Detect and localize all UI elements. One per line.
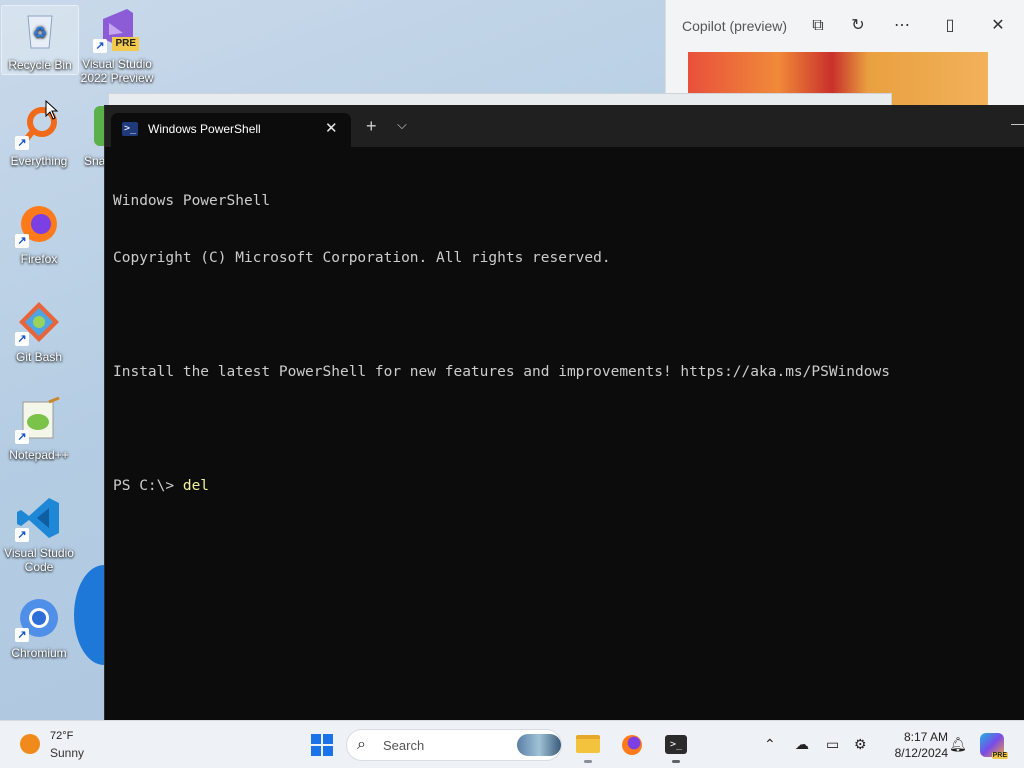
terminal-window[interactable]: >_ Windows PowerShell ✕ + ⌵ — Windows Po… (104, 105, 1024, 720)
preview-badge: PRE (112, 37, 139, 51)
search-icon: ⌕ (357, 736, 366, 753)
system-clock[interactable]: 8:17 AM 8/12/2024 (878, 729, 948, 761)
terminal-tabbar: >_ Windows PowerShell ✕ + ⌵ — (105, 105, 1024, 147)
desktop-icon-recycle-bin[interactable]: ♻ Recycle Bin (1, 5, 79, 75)
onedrive-offline-icon[interactable]: ☁ (795, 736, 809, 753)
running-indicator (672, 760, 680, 763)
mouse-cursor (45, 100, 59, 120)
console-line: Copyright (C) Microsoft Corporation. All… (113, 250, 611, 266)
folder-icon (576, 735, 600, 753)
git-bash-icon: ↗ (15, 298, 63, 346)
tab-title: Windows PowerShell (148, 122, 261, 136)
shortcut-arrow-icon: ↗ (15, 234, 29, 248)
notepad-plus-plus-icon: ↗ (15, 396, 63, 444)
firefox-icon (622, 735, 642, 755)
vscode-icon: ↗ (15, 494, 63, 542)
console-line: Windows PowerShell (113, 193, 271, 209)
shortcut-arrow-icon: ↗ (15, 628, 29, 642)
search-highlight-image (517, 734, 561, 756)
start-button[interactable] (306, 729, 338, 761)
desktop-icon-label: Firefox (20, 252, 58, 266)
desktop-icon-label: Sna (84, 154, 104, 168)
shortcut-arrow-icon: ↗ (93, 39, 107, 53)
desktop-icon-label: Everything (10, 154, 68, 168)
chevron-down-icon[interactable]: ⌵ (397, 117, 407, 133)
shortcut-arrow-icon: ↗ (15, 332, 29, 346)
svg-text:♻: ♻ (33, 25, 47, 42)
typed-command: del (182, 478, 210, 494)
network-icon[interactable]: ⚙ (854, 736, 867, 753)
shortcut-arrow-icon: ↗ (15, 528, 29, 542)
minimize-button[interactable]: — (1011, 115, 1024, 131)
close-tab-icon[interactable]: ✕ (325, 119, 338, 137)
split-view-icon[interactable]: ▯ (938, 14, 962, 38)
new-tab-button[interactable]: + (366, 116, 377, 137)
powershell-icon: >_ (122, 122, 138, 136)
desktop-icon-label: Notepad++ (9, 448, 69, 462)
refresh-icon[interactable]: ↻ (846, 14, 870, 38)
desktop-icon-chromium[interactable]: ↗ Chromium (0, 594, 78, 660)
clock-date: 8/12/2024 (894, 746, 948, 760)
windows-logo-icon (311, 734, 333, 756)
chromium-icon: ↗ (15, 594, 63, 642)
sun-icon (20, 734, 40, 754)
console-line: Install the latest PowerShell for new fe… (113, 364, 890, 380)
weather-condition: Sunny (50, 746, 85, 760)
desktop-icon-visual-studio[interactable]: PRE ↗ Visual Studio 2022 Preview (78, 5, 156, 85)
close-icon[interactable]: ✕ (986, 14, 1010, 38)
clock-time: 8:17 AM (903, 730, 948, 744)
display-icon[interactable]: ▭ (826, 736, 839, 753)
copilot-title: Copilot (preview) (682, 18, 788, 34)
taskbar-file-explorer[interactable] (572, 729, 604, 763)
shortcut-arrow-icon: ↗ (15, 136, 29, 150)
terminal-icon: >_ (665, 735, 687, 754)
copilot-taskbar-icon[interactable]: PRE (980, 733, 1008, 759)
tab-windows-powershell[interactable]: >_ Windows PowerShell ✕ (111, 113, 351, 147)
more-icon[interactable]: ⋯ (890, 14, 914, 38)
notification-bell-icon[interactable]: 🔔︎ (949, 736, 967, 753)
running-indicator (584, 760, 592, 763)
taskbar-terminal[interactable]: >_ (660, 729, 692, 763)
desktop-icon-snagit[interactable]: Sna (78, 102, 104, 168)
prompt-line: PS C:\> del (113, 477, 1017, 496)
desktop-icon-label: Visual Studio 2022 Preview (80, 57, 154, 85)
taskbar-firefox[interactable] (616, 729, 648, 761)
visual-studio-icon: PRE ↗ (93, 5, 141, 53)
prompt: PS C:\> (113, 478, 183, 494)
search-placeholder: Search (383, 738, 425, 753)
desktop-icon-firefox[interactable]: ↗ Firefox (0, 200, 78, 266)
desktop-icon-label: Visual Studio Code (4, 546, 74, 574)
desktop-icon-label: Recycle Bin (8, 58, 72, 72)
desktop-icon-label: Chromium (11, 646, 67, 660)
desktop-icon-everything[interactable]: ↗ Everything (0, 102, 78, 168)
shortcut-arrow-icon: ↗ (15, 430, 29, 444)
search-box[interactable]: ⌕ Search (346, 729, 562, 761)
preview-badge: PRE (991, 752, 1008, 759)
desktop-icon-vscode[interactable]: ↗ Visual Studio Code (0, 494, 78, 574)
recycle-bin-icon: ♻ (16, 6, 64, 54)
taskbar: 72°F Sunny ⌕ Search >_ ⌃ ☁ ▭ ⚙ 8:17 AM 8… (0, 720, 1024, 768)
chevron-up-icon[interactable]: ⌃ (764, 736, 776, 753)
open-external-icon[interactable]: ⧉ (806, 14, 830, 38)
weather-temp: 72°F (50, 730, 74, 742)
console-output[interactable]: Windows PowerShell Copyright (C) Microso… (113, 154, 1017, 534)
snagit-icon (90, 102, 104, 150)
desktop-icon-notepad-plus-plus[interactable]: ↗ Notepad++ (0, 396, 78, 462)
desktop-icon-git-bash[interactable]: ↗ Git Bash (0, 298, 78, 364)
firefox-icon: ↗ (15, 200, 63, 248)
desktop-icon-label: Git Bash (15, 350, 63, 364)
